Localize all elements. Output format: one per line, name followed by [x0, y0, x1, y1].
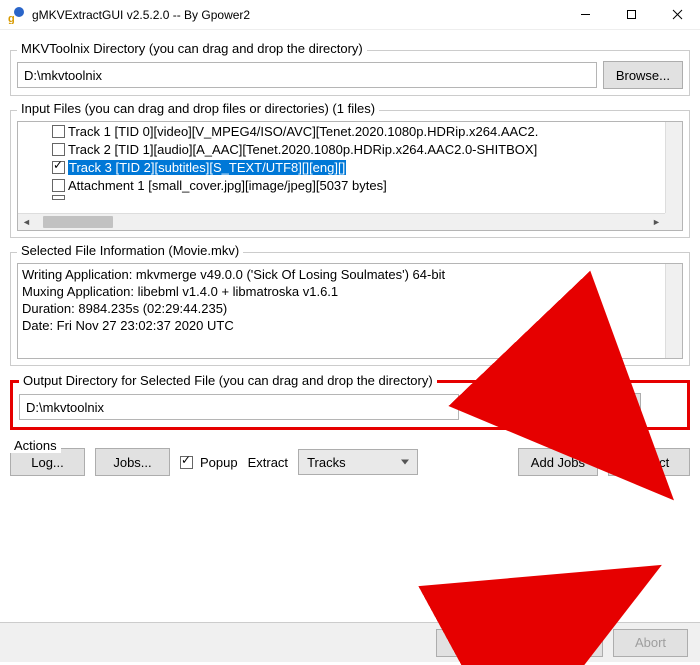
tree-item[interactable]	[52, 194, 665, 200]
info-line: Muxing Application: libebml v1.4.0 + lib…	[22, 283, 660, 300]
input-files-tree[interactable]: Track 1 [TID 0][video][V_MPEG4/ISO/AVC][…	[17, 121, 683, 231]
tree-item-checkbox[interactable]	[52, 161, 65, 174]
tree-item[interactable]: Track 1 [TID 0][video][V_MPEG4/ISO/AVC][…	[52, 122, 665, 140]
info-vertical-scrollbar[interactable]	[665, 264, 682, 358]
extract-mode-label: Extract	[248, 455, 288, 470]
tree-item[interactable]: Track 2 [TID 1][audio][A_AAC][Tenet.2020…	[52, 140, 665, 158]
tree-item-checkbox[interactable]	[52, 125, 65, 138]
extract-mode-value: Tracks	[307, 455, 346, 470]
input-files-legend: Input Files (you can drag and drop files…	[17, 101, 379, 116]
info-line: Duration: 8984.235s (02:29:44.235)	[22, 300, 660, 317]
svg-text:g: g	[8, 13, 15, 24]
tree-item-checkbox[interactable]	[52, 195, 65, 200]
selected-info-legend: Selected File Information (Movie.mkv)	[17, 243, 243, 258]
scroll-right-icon[interactable]: ►	[648, 214, 665, 231]
bottom-bar: Options... Abort All Abort	[0, 622, 700, 662]
scroll-left-icon[interactable]: ◄	[18, 214, 35, 231]
add-jobs-button[interactable]: Add Jobs	[518, 448, 598, 476]
mkvtoolnix-dir-input[interactable]	[17, 62, 597, 88]
output-dir-group: Output Directory for Selected File (you …	[10, 380, 690, 430]
title-bar: g gMKVExtractGUI v2.5.2.0 -- By Gpower2	[0, 0, 700, 30]
tree-item-label: Track 1 [TID 0][video][V_MPEG4/ISO/AVC][…	[68, 124, 538, 139]
tree-item-label: Attachment 1 [small_cover.jpg][image/jpe…	[68, 178, 387, 193]
tree-item-checkbox[interactable]	[52, 143, 65, 156]
app-icon: g	[8, 6, 26, 24]
output-dir-input[interactable]	[19, 394, 459, 420]
tree-item[interactable]: Track 3 [TID 2][subtitles][S_TEXT/UTF8][…	[52, 158, 665, 176]
popup-label: Popup	[200, 455, 238, 470]
tree-item[interactable]: Attachment 1 [small_cover.jpg][image/jpe…	[52, 176, 665, 194]
jobs-button[interactable]: Jobs...	[95, 448, 170, 476]
abort-all-button[interactable]: Abort All	[528, 629, 603, 657]
info-line: Writing Application: mkvmerge v49.0.0 ('…	[22, 266, 660, 283]
use-source-checkbox[interactable]	[539, 401, 552, 414]
maximize-button[interactable]	[608, 0, 654, 30]
actions-group: Actions Log... Jobs... Popup Extract Tra…	[10, 448, 690, 476]
use-source-label: Use Source	[465, 400, 533, 415]
output-browse-button[interactable]: Browse...	[561, 393, 641, 421]
extract-mode-select[interactable]: Tracks	[298, 449, 418, 475]
popup-toggle[interactable]: Popup	[180, 455, 238, 470]
window-title: gMKVExtractGUI v2.5.2.0 -- By Gpower2	[32, 8, 250, 22]
mkvtoolnix-browse-button[interactable]: Browse...	[603, 61, 683, 89]
tree-item-checkbox[interactable]	[52, 179, 65, 192]
popup-checkbox[interactable]	[180, 456, 193, 469]
input-files-group: Input Files (you can drag and drop files…	[10, 110, 690, 238]
selected-info-group: Selected File Information (Movie.mkv) Wr…	[10, 252, 690, 366]
tree-item-label: Track 3 [TID 2][subtitles][S_TEXT/UTF8][…	[68, 160, 346, 175]
abort-button[interactable]: Abort	[613, 629, 688, 657]
tree-vertical-scrollbar[interactable]	[665, 122, 682, 213]
info-line: Date: Fri Nov 27 23:02:37 2020 UTC	[22, 317, 660, 334]
output-dir-legend: Output Directory for Selected File (you …	[19, 373, 437, 388]
options-button[interactable]: Options...	[436, 629, 518, 657]
selected-info-text[interactable]: Writing Application: mkvmerge v49.0.0 ('…	[17, 263, 683, 359]
actions-legend: Actions	[10, 438, 61, 453]
tree-item-label: Track 2 [TID 1][audio][A_AAC][Tenet.2020…	[68, 142, 537, 157]
extract-button[interactable]: Extract	[608, 448, 690, 476]
minimize-button[interactable]	[562, 0, 608, 30]
mkvtoolnix-dir-group: MKVToolnix Directory (you can drag and d…	[10, 50, 690, 96]
mkvtoolnix-dir-legend: MKVToolnix Directory (you can drag and d…	[17, 41, 367, 56]
tree-horizontal-scrollbar[interactable]: ◄ ►	[18, 213, 665, 230]
scroll-corner	[665, 213, 682, 230]
scroll-thumb[interactable]	[43, 216, 113, 228]
close-button[interactable]	[654, 0, 700, 30]
